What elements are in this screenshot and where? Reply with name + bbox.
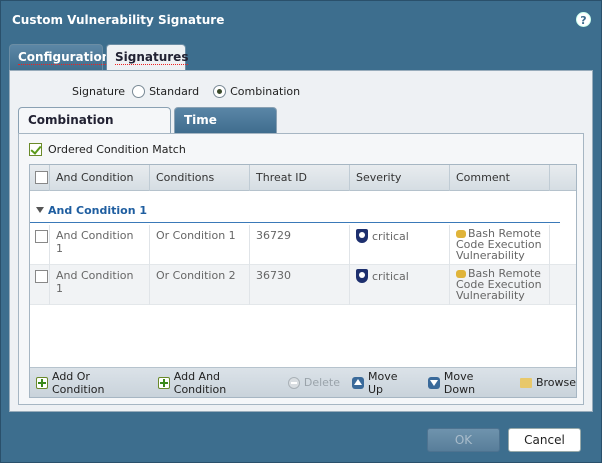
browse-label: Browse <box>535 376 577 389</box>
cell-and-condition: And Condition 1 <box>50 225 150 265</box>
tab-signatures-label: Signatures <box>115 50 189 65</box>
tab-time-attribute[interactable]: Time Attribute <box>174 107 277 151</box>
select-all-checkbox[interactable] <box>35 171 48 184</box>
shield-icon <box>356 269 368 283</box>
cell-threat-id: 36730 <box>250 265 350 305</box>
col-comment[interactable]: Comment <box>450 165 550 191</box>
custom-vulnerability-signature-dialog: Custom Vulnerability Signature ? Configu… <box>0 0 602 463</box>
conditions-grid: And Condition Conditions Threat ID Sever… <box>29 164 577 398</box>
cell-condition[interactable]: Or Condition 2 <box>150 265 250 305</box>
ordered-condition-match-label: Ordered Condition Match <box>48 143 186 156</box>
col-threat-id[interactable]: Threat ID <box>250 165 350 191</box>
tab-combination-signatures[interactable]: Combination Signatures <box>18 107 171 151</box>
comment-text: Bash Remote Code Execution Vulnerability <box>456 267 542 302</box>
cell-severity: critical <box>350 225 450 265</box>
folder-icon <box>519 377 532 388</box>
grid-header: And Condition Conditions Threat ID Sever… <box>30 165 576 191</box>
move-up-button[interactable]: Move Up <box>352 370 416 396</box>
dialog-titlebar: Custom Vulnerability Signature ? <box>1 1 601 41</box>
grid-toolbar: Add Or Condition Add And Condition Delet… <box>30 367 576 397</box>
collapse-icon[interactable] <box>36 207 44 213</box>
col-conditions[interactable]: Conditions <box>150 165 250 191</box>
add-and-condition-button[interactable]: Add And Condition <box>157 369 276 396</box>
table-row[interactable]: And Condition 1 Or Condition 2 36730 cri… <box>30 265 576 305</box>
signatures-panel: Signature Standard Combination Combinati… <box>9 70 593 412</box>
tab-configuration-label: Configuration <box>18 50 111 65</box>
radio-combination[interactable] <box>213 84 227 98</box>
col-severity[interactable]: Severity <box>350 165 450 191</box>
group-row[interactable]: And Condition 1 <box>30 201 560 223</box>
col-and-condition[interactable]: And Condition <box>50 165 150 191</box>
cell-comment: Bash Remote Code Execution Vulnerability <box>450 265 550 305</box>
ordered-condition-match[interactable]: Ordered Condition Match <box>29 143 186 156</box>
row-select <box>30 225 50 265</box>
plus-icon <box>36 376 48 389</box>
tab-signatures[interactable]: Signatures <box>106 44 189 71</box>
arrow-down-icon <box>427 376 440 389</box>
move-down-button[interactable]: Move Down <box>427 369 508 396</box>
move-down-label: Move Down <box>443 369 476 396</box>
dialog-title: Custom Vulnerability Signature <box>12 13 225 27</box>
delete-button[interactable]: Delete <box>287 376 340 389</box>
comment-icon <box>456 270 466 278</box>
severity-label: critical <box>372 269 409 283</box>
severity: critical <box>356 229 443 243</box>
browse-button[interactable]: Browse <box>519 376 577 389</box>
severity-label: critical <box>372 229 409 243</box>
select-all-header <box>30 165 50 191</box>
row-select <box>30 265 50 305</box>
plus-icon <box>157 376 170 389</box>
tab-configuration[interactable]: Configuration <box>9 44 111 71</box>
signature-label: Signature <box>72 84 126 98</box>
combination-signatures-panel: Ordered Condition Match And Condition Co… <box>18 133 584 405</box>
minus-icon <box>287 376 300 389</box>
severity: critical <box>356 269 443 283</box>
cell-condition[interactable]: Or Condition 1 <box>150 225 250 265</box>
cell-comment: Bash Remote Code Execution Vulnerability <box>450 225 550 265</box>
shield-icon <box>356 229 368 243</box>
radio-combination-label[interactable]: Combination <box>230 85 300 98</box>
cell-and-condition: And Condition 1 <box>50 265 150 305</box>
radio-standard-label[interactable]: Standard <box>149 85 199 98</box>
row-checkbox[interactable] <box>35 270 48 283</box>
cell-severity: critical <box>350 265 450 305</box>
radio-standard[interactable] <box>132 84 146 98</box>
ordered-condition-match-checkbox[interactable] <box>29 143 42 156</box>
ok-button[interactable]: OK <box>427 428 500 452</box>
table-row[interactable]: And Condition 1 Or Condition 1 36729 cri… <box>30 225 576 265</box>
comment-text: Bash Remote Code Execution Vulnerability <box>456 227 542 262</box>
row-checkbox[interactable] <box>35 230 48 243</box>
move-up-label: Move Up <box>367 369 398 396</box>
comment-icon <box>456 230 466 238</box>
signature-type-row: Signature Standard Combination <box>72 83 300 99</box>
cancel-button[interactable]: Cancel <box>508 428 581 452</box>
group-label: And Condition 1 <box>48 204 148 217</box>
add-or-condition-button[interactable]: Add Or Condition <box>36 370 146 396</box>
help-icon[interactable]: ? <box>576 12 591 27</box>
cell-threat-id: 36729 <box>250 225 350 265</box>
delete-label: Delete <box>303 376 340 389</box>
arrow-up-icon <box>352 376 364 389</box>
add-and-condition-label: Add And Condition <box>173 369 227 396</box>
add-or-condition-label: Add Or Condition <box>51 369 105 396</box>
